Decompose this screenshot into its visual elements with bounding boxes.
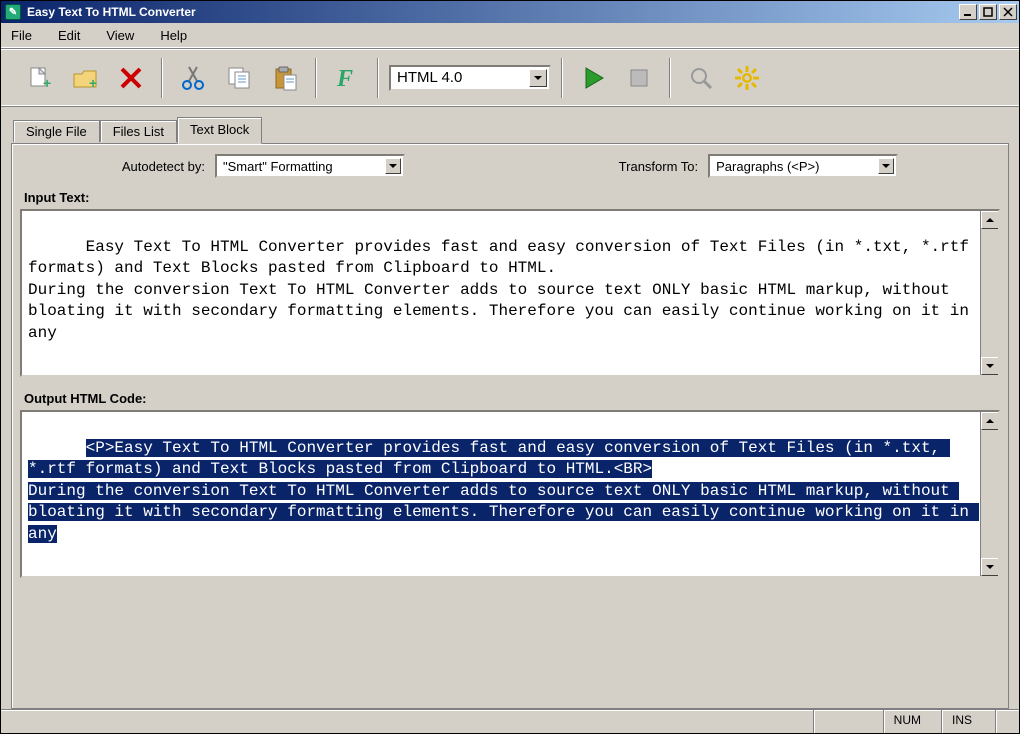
svg-text:+: + — [89, 75, 97, 91]
autodetect-label: Autodetect by: — [122, 159, 205, 174]
tab-files-list[interactable]: Files List — [100, 120, 177, 142]
window-title: Easy Text To HTML Converter — [25, 5, 959, 19]
copy-button[interactable] — [219, 58, 259, 98]
app-window: ✎ Easy Text To HTML Converter File Edit … — [0, 0, 1020, 734]
menu-help[interactable]: Help — [160, 28, 187, 43]
transform-select[interactable]: Paragraphs (<P>) — [708, 154, 898, 178]
chevron-down-icon — [385, 158, 401, 174]
menu-bar: File Edit View Help — [1, 23, 1019, 49]
chevron-down-icon — [878, 158, 894, 174]
paste-button[interactable] — [265, 58, 305, 98]
preview-button[interactable] — [681, 58, 721, 98]
settings-button[interactable] — [727, 58, 767, 98]
maximize-button[interactable] — [979, 4, 997, 20]
status-bar: NUM INS — [1, 709, 1019, 733]
status-num: NUM — [883, 710, 941, 733]
run-button[interactable] — [573, 58, 613, 98]
cut-button[interactable] — [173, 58, 213, 98]
status-ins: INS — [941, 710, 995, 733]
scroll-up-icon[interactable] — [981, 412, 999, 430]
open-folder-button[interactable]: + — [65, 58, 105, 98]
delete-button[interactable] — [111, 58, 151, 98]
output-textarea[interactable]: <P>Easy Text To HTML Converter provides … — [20, 410, 1000, 578]
scroll-down-icon[interactable] — [981, 357, 999, 375]
output-label: Output HTML Code: — [24, 391, 1000, 406]
font-button[interactable]: F — [327, 58, 367, 98]
app-icon: ✎ — [5, 4, 21, 20]
tab-strip: Single File Files List Text Block — [1, 117, 1019, 143]
output-selected-text: <P>Easy Text To HTML Converter provides … — [28, 439, 950, 479]
input-label: Input Text: — [24, 190, 1000, 205]
minimize-button[interactable] — [959, 4, 977, 20]
menu-view[interactable]: View — [106, 28, 134, 43]
output-rest-text: During the conversion Text To HTML Conve… — [28, 482, 979, 543]
svg-text:F: F — [336, 66, 353, 92]
output-scrollbar[interactable] — [980, 412, 998, 576]
stop-button[interactable] — [619, 58, 659, 98]
svg-text:+: + — [43, 75, 51, 91]
tab-single-file[interactable]: Single File — [13, 120, 100, 142]
new-file-button[interactable]: + — [19, 58, 59, 98]
format-select-value: HTML 4.0 — [397, 69, 462, 86]
transform-value: Paragraphs (<P>) — [716, 159, 819, 174]
menu-edit[interactable]: Edit — [58, 28, 80, 43]
tab-panel: Autodetect by: "Smart" Formatting Transf… — [11, 143, 1009, 709]
title-bar: ✎ Easy Text To HTML Converter — [1, 1, 1019, 23]
toolbar: + + F HTML 4.0 — [1, 49, 1019, 107]
tab-text-block[interactable]: Text Block — [177, 117, 262, 144]
scroll-down-icon[interactable] — [981, 558, 999, 576]
chevron-down-icon — [529, 69, 547, 87]
format-select[interactable]: HTML 4.0 — [389, 65, 551, 91]
autodetect-select[interactable]: "Smart" Formatting — [215, 154, 405, 178]
input-scrollbar[interactable] — [980, 211, 998, 375]
close-button[interactable] — [999, 4, 1017, 20]
menu-file[interactable]: File — [11, 28, 32, 43]
input-text-content: Easy Text To HTML Converter provides fas… — [28, 238, 979, 342]
transform-label: Transform To: — [619, 159, 698, 174]
scroll-up-icon[interactable] — [981, 211, 999, 229]
input-textarea[interactable]: Easy Text To HTML Converter provides fas… — [20, 209, 1000, 377]
autodetect-value: "Smart" Formatting — [223, 159, 333, 174]
